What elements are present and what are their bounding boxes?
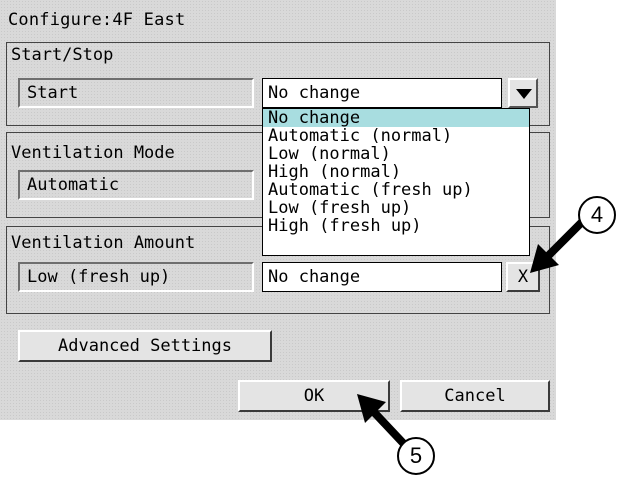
arrow-icon [530, 217, 587, 273]
callout-5: 5 [397, 437, 435, 475]
callout-4: 4 [578, 196, 616, 234]
arrow-icon [357, 394, 407, 447]
callout-arrows [357, 217, 587, 447]
